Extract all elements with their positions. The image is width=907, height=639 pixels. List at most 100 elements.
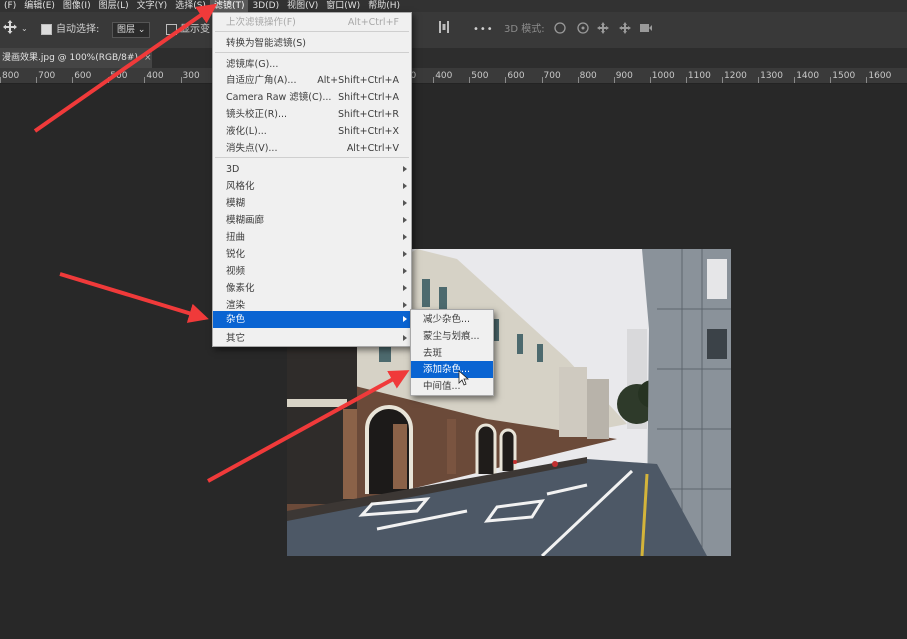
more-options-icon[interactable]: ••• [473,21,494,39]
noise-submenu-item[interactable]: 蒙尘与划痕... [411,328,493,345]
filter-menu-item[interactable]: 像素化 [213,280,411,297]
noise-submenu-item[interactable]: 减少杂色... [411,311,493,328]
ruler-label: 400 [435,71,453,81]
noise-submenu-item[interactable]: 添加杂色... [411,361,493,379]
filter-menu-item-label: 扭曲 [226,232,246,243]
ruler-label: 600 [74,71,92,81]
ruler-label: 900 [615,71,633,81]
auto-select-dropdown[interactable]: 图层 ⌄ [112,21,151,39]
chevron-right-icon [403,234,407,240]
menu-layer[interactable]: 图层(L) [95,0,133,12]
ruler-label: 400 [146,71,164,81]
noise-submenu-item-label: 添加杂色... [423,364,471,376]
chevron-right-icon [403,183,407,189]
menu-view[interactable]: 视图(V) [283,0,322,12]
filter-menu-item[interactable]: 模糊 [213,195,411,212]
close-icon[interactable]: × [144,53,152,63]
filter-menu-item[interactable]: 视频 [213,263,411,280]
ruler-tick [541,77,543,83]
filter-menu-item-label: 转换为智能滤镜(S) [226,38,306,49]
filter-menu-item-label: 风格化 [226,181,255,192]
filter-menu-item-label: 锐化 [226,249,246,260]
filter-menu-item-label: 视频 [226,266,246,277]
filter-menu-item-label: 自适应广角(A)... [226,75,297,86]
menu-select[interactable]: 选择(S) [171,0,210,12]
filter-menu-item[interactable]: 自适应广角(A)... Alt+Shift+Ctrl+A [213,72,411,89]
filter-menu-item[interactable]: 液化(L)... Shift+Ctrl+X [213,123,411,140]
ruler-tick [144,77,146,83]
chevron-right-icon [403,316,407,322]
filter-menu-item[interactable]: 消失点(V)... Alt+Ctrl+V [213,140,411,157]
ruler-label: 1300 [760,71,783,81]
filter-menu-item[interactable]: 滤镜库(G)... [213,56,411,73]
ruler-tick [108,77,110,83]
menu-image[interactable]: 图像(I) [59,0,95,12]
filter-menu-item-label: 液化(L)... [226,126,267,137]
filter-menu-item-shortcut: Shift+Ctrl+X [338,126,399,137]
noise-submenu-item-label: 减少杂色... [423,314,471,325]
filter-menu-item[interactable]: 锐化 [213,246,411,263]
filter-menu-item[interactable]: 3D [213,161,411,178]
show-transform-label: 显示变 [180,24,210,35]
filter-menu-item-label: 杂色 [226,314,246,325]
auto-select-checkbox[interactable] [41,21,52,39]
ruler-tick [0,77,1,83]
3d-mode-label: 3D 模式: [504,24,545,35]
ruler-tick [794,77,796,83]
menu-bar: (F) 编辑(E) 图像(I) 图层(L) 文字(Y) 选择(S) 滤镜(T) … [0,0,907,12]
noise-submenu: 减少杂色... 蒙尘与划痕... 去斑添加杂色... 中间值... [410,309,494,396]
arrow-to-noise-item [59,272,209,323]
filter-menu-item-label: 消失点(V)... [226,143,278,154]
chevron-right-icon [403,217,407,223]
filter-menu-item[interactable]: 其它 [213,330,411,347]
menu-help[interactable]: 帮助(H) [364,0,404,12]
chevron-right-icon [403,251,407,257]
filter-menu-item[interactable]: 风格化 [213,178,411,195]
ruler-tick [469,77,471,83]
filter-menu-item-label: 模糊 [226,198,246,209]
document-tab-bar: 漫画效果.jpg @ 100%(RGB/8#) × [0,48,907,68]
chevron-right-icon [403,200,407,206]
3d-rotate-icon[interactable] [552,20,652,43]
menu-separator [215,52,409,53]
options-bar: ⌄ 自动选择: 图层 ⌄ 显示变 ••• 3D 模式: [0,12,907,49]
filter-menu-item: 上次滤镜操作(F) Alt+Ctrl+F [213,14,411,31]
menu-filter[interactable]: 滤镜(T) [209,0,249,12]
chevron-right-icon [403,268,407,274]
chevron-down-icon[interactable]: ⌄ [21,20,28,38]
menu-3d[interactable]: 3D(D) [248,0,283,12]
document-tab-title: 漫画效果.jpg @ 100%(RGB/8#) [2,53,138,63]
ruler-label: 600 [507,71,525,81]
filter-menu-item[interactable]: 杂色 [213,311,411,328]
ruler-label: 800 [2,71,20,81]
noise-submenu-item[interactable]: 中间值... [411,378,493,395]
distribute-icon[interactable] [437,20,451,41]
menu-type[interactable]: 文字(Y) [133,0,172,12]
filter-menu-item-label: 像素化 [226,283,255,294]
filter-menu-item-shortcut: Alt+Ctrl+V [346,143,399,154]
filter-menu-item[interactable]: 镜头校正(R)... Shift+Ctrl+R [213,106,411,123]
menu-file[interactable]: (F) [0,0,20,12]
show-transform-checkbox[interactable] [166,21,177,39]
filter-menu-item[interactable]: 模糊画廊 [213,212,411,229]
filter-menu-item[interactable]: 转换为智能滤镜(S) [213,35,411,52]
ruler-tick [685,77,687,83]
ruler-label: 500 [110,71,128,81]
menu-separator [215,31,409,32]
menu-edit[interactable]: 编辑(E) [20,0,59,12]
filter-menu-item-label: Camera Raw 滤镜(C)... [226,92,332,103]
filter-menu-item[interactable]: Camera Raw 滤镜(C)... Shift+Ctrl+A [213,89,411,106]
document-tab[interactable]: 漫画效果.jpg @ 100%(RGB/8#) × [0,48,152,68]
move-tool-icon[interactable] [3,20,17,41]
chevron-down-icon: ⌄ [137,25,146,35]
ruler-label: 500 [471,71,489,81]
ruler-label: 1000 [651,71,675,81]
noise-submenu-item-label: 中间值... [423,381,461,393]
filter-menu-item-label: 模糊画廊 [226,215,265,226]
filter-menu-item-shortcut: Alt+Shift+Ctrl+A [317,75,399,86]
noise-submenu-item-label: 去斑 [423,347,443,359]
noise-submenu-item[interactable]: 去斑 [411,345,493,362]
menu-separator [215,157,409,158]
menu-window[interactable]: 窗口(W) [322,0,364,12]
filter-menu-item[interactable]: 扭曲 [213,229,411,246]
